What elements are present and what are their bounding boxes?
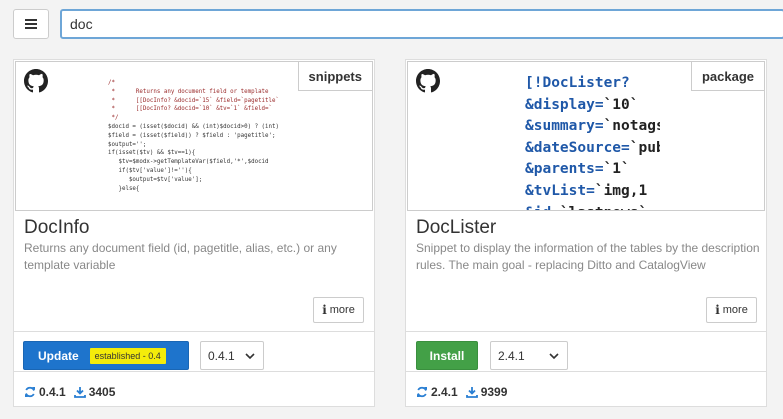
extension-card-docinfo: /* * Returns any document field or templ… [13, 59, 375, 407]
divider [406, 331, 766, 332]
code-line: &tvList=`img,1 [525, 182, 648, 199]
extension-title: DocInfo [24, 217, 90, 238]
install-label: Install [429, 348, 465, 363]
code-line: &display=`10` [525, 96, 639, 113]
code-line: /* [108, 80, 115, 86]
more-label: more [722, 304, 748, 316]
chevron-down-icon [549, 353, 559, 360]
code-line: }else{ [108, 185, 140, 192]
refresh-icon [417, 386, 427, 398]
code-line: * [[DocInfo? &docid=`15` &field=`pagetit… [108, 97, 280, 104]
info-icon: i [715, 303, 720, 317]
thumbnail: /* * Returns any document field or templ… [15, 61, 373, 211]
extension-card-doclister: [!DocLister? &display=`10` &summary=`notag… [405, 59, 767, 407]
divider [406, 371, 766, 372]
type-tag: snippets [297, 62, 372, 91]
code-line: $docid = (isset($docid) && (int)$docid>0… [108, 123, 280, 130]
github-icon[interactable] [24, 69, 48, 93]
latest-version: 2.4.1 [431, 385, 458, 399]
code-line: if($tv['value']!=''){ [108, 167, 192, 174]
divider [14, 371, 374, 372]
code-line: &summary=`notags` [525, 118, 660, 135]
download-icon [73, 387, 86, 398]
extension-description: Snippet to display the information of th… [416, 241, 760, 272]
code-preview: /* * Returns any document field or templ… [108, 79, 283, 203]
more-button[interactable]: i more [706, 297, 757, 323]
extension-description: Returns any document field (id, pagetitl… [24, 241, 337, 272]
code-preview: [!DocLister? &display=`10` &summary=`notag… [525, 73, 660, 210]
download-count: 3405 [88, 385, 116, 399]
version-value: 2.4.1 [498, 348, 525, 363]
download-count: 9399 [480, 385, 508, 399]
version-select[interactable]: 0.4.1 [200, 341, 264, 370]
version-value: 0.4.1 [208, 348, 235, 363]
code-line: * Returns any document field or template [108, 88, 269, 95]
stats: 0.4.1 3405 [24, 385, 115, 399]
installed-version: 0.4.1 [39, 385, 66, 399]
stats: 2.4.1 9399 [416, 385, 507, 399]
search-input[interactable] [60, 9, 783, 39]
download-icon [465, 387, 478, 398]
code-line: $field = (isset($field)) ? $field : 'pag… [108, 132, 276, 139]
extension-title: DocLister [416, 217, 497, 238]
code-line: &id=`lastnews` [525, 203, 660, 210]
more-label: more [329, 304, 355, 316]
more-button[interactable]: i more [313, 297, 364, 323]
code-line: [!DocLister? [525, 75, 630, 91]
update-button[interactable]: Update established - 0.4 [23, 341, 189, 370]
info-icon: i [322, 303, 327, 317]
code-line: * [[DocInfo? &docid=`10` &tv=`1` &field=… [108, 106, 273, 113]
top-bar [0, 0, 783, 50]
update-label: Update [38, 348, 79, 363]
code-line: $output=''; [108, 141, 147, 148]
divider [14, 331, 374, 332]
type-tag: package [690, 62, 764, 91]
status-badge: established - 0.4 [89, 347, 166, 364]
chevron-down-icon [245, 353, 255, 360]
version-select[interactable]: 2.4.1 [490, 341, 568, 370]
menu-button[interactable] [13, 9, 49, 39]
install-button[interactable]: Install [416, 341, 478, 370]
code-line: $tv=$modx->getTemplateVar($field,'*',$do… [108, 159, 269, 166]
github-icon[interactable] [416, 69, 440, 93]
code-line: if(isset($tv) && $tv==1){ [108, 150, 196, 157]
refresh-icon [25, 386, 35, 398]
code-line: &parents=`1` [525, 161, 630, 178]
hamburger-icon [25, 19, 37, 29]
code-line: */ [108, 115, 119, 122]
code-line: &dateSource=`pub` [525, 139, 660, 156]
code-line: $output=$tv['value']; [108, 176, 203, 183]
thumbnail: [!DocLister? &display=`10` &summary=`notag… [407, 61, 765, 211]
